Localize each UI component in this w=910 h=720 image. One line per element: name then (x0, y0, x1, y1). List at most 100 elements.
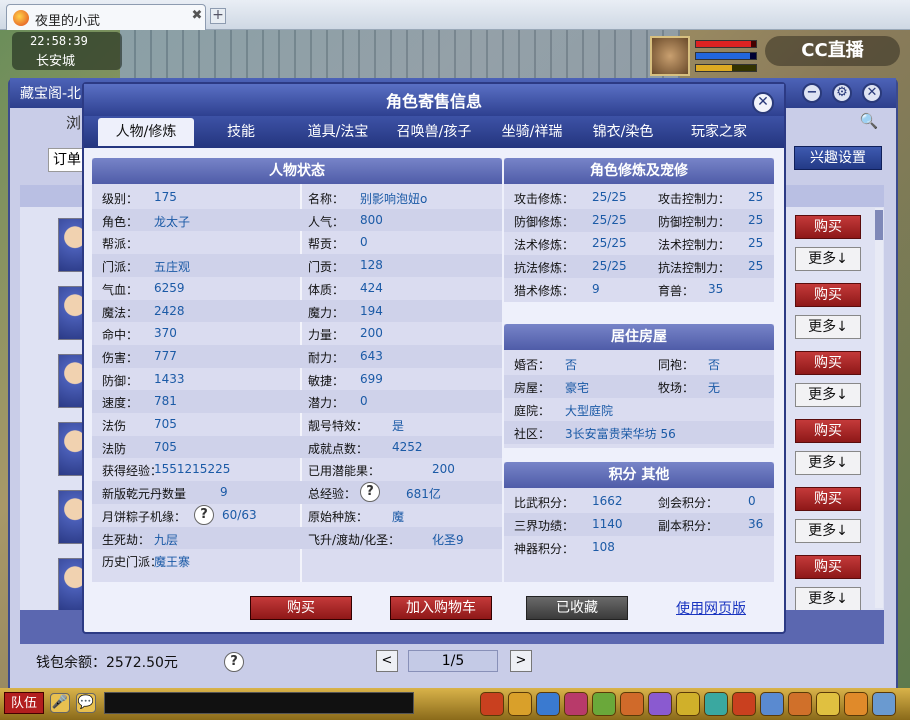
web-version-link[interactable]: 使用网页版 (676, 598, 746, 618)
listing-buy-button[interactable]: 购买 (795, 215, 861, 239)
close-window-icon[interactable]: ✕ (862, 83, 882, 103)
activity-icon[interactable] (816, 692, 840, 716)
listing-buy-button[interactable]: 购买 (795, 487, 861, 511)
tab-character[interactable]: 人物/修炼 (98, 118, 194, 146)
browser-tab[interactable]: 夜里的小武 ✖ (6, 4, 206, 30)
stream-watermark: CC直播 (765, 36, 900, 66)
sp-bar (695, 64, 757, 72)
trade-icon[interactable] (564, 692, 588, 716)
points-title: 积分 其他 (504, 462, 774, 488)
status-label: 成就点数： (308, 441, 369, 456)
quest-icon[interactable] (676, 692, 700, 716)
attack-icon[interactable] (480, 692, 504, 716)
cultivation-label: 法术修炼： (514, 238, 575, 252)
tab-skills[interactable]: 技能 (205, 118, 277, 146)
system-icon[interactable] (872, 692, 896, 716)
browse-tab[interactable]: 浏 (66, 112, 81, 133)
friends-icon[interactable] (732, 692, 756, 716)
buy-button[interactable]: 购买 (250, 596, 352, 620)
next-page-button[interactable]: > (510, 650, 532, 672)
add-to-cart-button[interactable]: 加入购物车 (390, 596, 492, 620)
tab-player-home[interactable]: 玩家之家 (676, 118, 762, 146)
status-value: 4252 (392, 439, 423, 454)
pet-icon[interactable] (620, 692, 644, 716)
tab-items[interactable]: 道具/法宝 (292, 118, 384, 146)
listing-buy-button[interactable]: 购买 (795, 351, 861, 375)
housing-label: 庭院： (514, 404, 551, 418)
mail-icon[interactable] (760, 692, 784, 716)
prev-page-button[interactable]: < (376, 650, 398, 672)
status-value: 128 (360, 258, 383, 273)
status-label: 潜力： (308, 396, 345, 411)
listing-more-button[interactable]: 更多↓ (795, 383, 861, 407)
listing-more-button[interactable]: 更多↓ (795, 587, 861, 611)
smile-icon[interactable] (844, 692, 868, 716)
status-value: 705 (154, 439, 177, 454)
listing-scrollbar[interactable] (875, 208, 883, 608)
new-tab-button[interactable]: + (210, 8, 226, 24)
status-label: 级别： (102, 192, 139, 206)
status-value: 是 (392, 419, 405, 433)
points-label: 剑会积分： (658, 496, 719, 510)
status-value: 魔 (392, 509, 405, 524)
mall-icon[interactable] (788, 692, 812, 716)
status-value: 175 (154, 190, 177, 204)
status-label: 耐力： (308, 350, 345, 365)
status-label: 历史门派： (102, 555, 163, 570)
app-icon (13, 10, 29, 26)
tab-summons[interactable]: 召唤兽/孩子 (388, 118, 480, 146)
chat-input[interactable] (104, 692, 414, 714)
cultivation-label: 法术控制力： (658, 238, 731, 252)
help-icon[interactable]: ? (224, 652, 244, 672)
listing-buy-button[interactable]: 购买 (795, 555, 861, 579)
status-value: 0 (360, 235, 368, 250)
favorited-button[interactable]: 已收藏 (526, 596, 628, 620)
skill-icon[interactable] (648, 692, 672, 716)
points-value: 108 (592, 540, 615, 554)
interest-settings-button[interactable]: 兴趣设置 (794, 146, 882, 170)
wallet-balance: 钱包余额：2572.50元 (36, 655, 178, 671)
status-value: 200 (360, 326, 383, 341)
tab-outfits[interactable]: 锦衣/染色 (582, 118, 664, 146)
close-dialog-icon[interactable]: ✕ (752, 92, 774, 114)
minimize-icon[interactable]: − (802, 83, 822, 103)
status-value: 2428 (154, 303, 185, 318)
scrollbar-thumb[interactable] (875, 210, 883, 240)
close-tab-icon[interactable]: ✖ (189, 8, 205, 24)
status-label: 新版乾元丹数量 (102, 487, 187, 502)
guild-icon[interactable] (704, 692, 728, 716)
listing-more-button[interactable]: 更多↓ (795, 315, 861, 339)
cultivation-label: 攻击控制力： (658, 192, 731, 206)
housing-value: 3长安富贵荣华坊 56 (565, 427, 676, 441)
status-label: 帮贡： (308, 237, 345, 252)
team-button[interactable]: 队伍 (4, 692, 44, 714)
microphone-icon[interactable]: 🎤 (50, 693, 70, 713)
team-icon[interactable] (592, 692, 616, 716)
listing-more-button[interactable]: 更多↓ (795, 247, 861, 271)
help-icon[interactable]: ? (194, 504, 214, 525)
housing-label: 同袍： (658, 358, 695, 372)
listing-more-button[interactable]: 更多↓ (795, 519, 861, 543)
give-icon[interactable] (536, 692, 560, 716)
tab-mounts[interactable]: 坐骑/祥瑞 (486, 118, 578, 146)
item-icon[interactable] (508, 692, 532, 716)
cultivation-label: 育兽： (658, 284, 695, 298)
help-icon[interactable]: ? (360, 482, 380, 503)
cultivation-label: 抗法控制力： (658, 261, 731, 275)
player-portrait[interactable] (650, 36, 690, 76)
settings-icon[interactable]: ⚙ (832, 83, 852, 103)
status-value: 1551215225 (154, 462, 231, 477)
search-icon[interactable]: 🔍 (858, 112, 880, 134)
chat-bubble-icon[interactable]: 💬 (76, 693, 96, 713)
cultivation-label: 抗法修炼： (514, 261, 575, 275)
status-label: 原始种族： (308, 509, 369, 524)
cultivation-value: 25/25 (592, 259, 627, 273)
housing-value: 否 (708, 358, 721, 372)
status-label: 角色： (102, 214, 139, 229)
listing-more-button[interactable]: 更多↓ (795, 451, 861, 475)
listing-buy-button[interactable]: 购买 (795, 283, 861, 307)
cultivation-label: 攻击修炼： (514, 192, 575, 206)
status-label: 名称： (308, 192, 345, 206)
housing-title: 居住房屋 (504, 324, 774, 350)
listing-buy-button[interactable]: 购买 (795, 419, 861, 443)
